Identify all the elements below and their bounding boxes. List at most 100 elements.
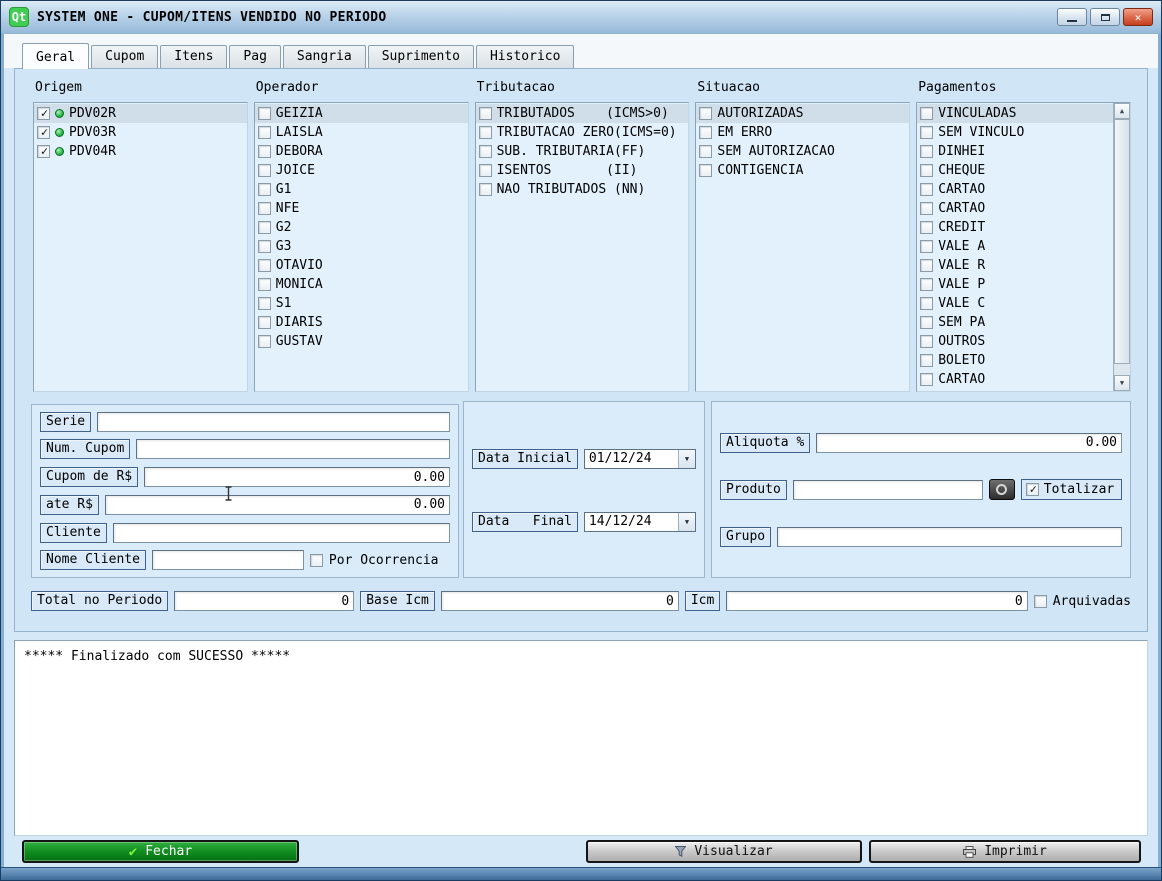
- list-item-origem[interactable]: PDV02R: [34, 104, 247, 123]
- tab-historico[interactable]: Historico: [476, 45, 574, 68]
- checkbox[interactable]: [920, 183, 933, 196]
- list-item-operador[interactable]: GUSTAV: [255, 332, 468, 351]
- checkbox[interactable]: [920, 221, 933, 234]
- produto-input[interactable]: [793, 480, 983, 500]
- checkbox[interactable]: [699, 164, 712, 177]
- list-item-situacao[interactable]: EM ERRO: [696, 123, 909, 142]
- nome-cliente-input[interactable]: [152, 550, 304, 570]
- base-icm-input[interactable]: [441, 591, 679, 611]
- checkbox[interactable]: [920, 259, 933, 272]
- checkbox[interactable]: [258, 202, 271, 215]
- list-item-tributacao[interactable]: SUB. TRIBUTARIA(FF): [476, 142, 689, 161]
- list-item-origem[interactable]: PDV04R: [34, 142, 247, 161]
- checkbox[interactable]: [920, 126, 933, 139]
- checkbox[interactable]: [920, 335, 933, 348]
- filter-list-tributacao[interactable]: TRIBUTADOS (ICMS>0)TRIBUTACAO ZERO(ICMS=…: [475, 102, 690, 392]
- list-item-pagamentos[interactable]: VALE A: [917, 237, 1113, 256]
- tab-pag[interactable]: Pag: [229, 45, 280, 68]
- checkbox[interactable]: [920, 278, 933, 291]
- filter-list-situacao[interactable]: AUTORIZADASEM ERROSEM AUTORIZACAOCONTIGE…: [695, 102, 910, 392]
- aliquota-input[interactable]: [816, 433, 1122, 453]
- checkbox[interactable]: [479, 145, 492, 158]
- list-item-tributacao[interactable]: TRIBUTACAO ZERO(ICMS=0): [476, 123, 689, 142]
- list-item-operador[interactable]: OTAVIO: [255, 256, 468, 275]
- checkbox[interactable]: [258, 316, 271, 329]
- num-cupom-input[interactable]: [136, 439, 450, 459]
- chevron-down-icon[interactable]: ▼: [678, 513, 695, 531]
- titlebar[interactable]: Qt SYSTEM ONE - CUPOM/ITENS VENDIDO NO P…: [1, 1, 1161, 34]
- checkbox[interactable]: [699, 126, 712, 139]
- checkbox[interactable]: [479, 183, 492, 196]
- list-item-pagamentos[interactable]: CREDIT: [917, 218, 1113, 237]
- totalizar-checkbox[interactable]: [1026, 483, 1039, 496]
- ate-rs-input[interactable]: [105, 495, 450, 515]
- checkbox[interactable]: [37, 107, 50, 120]
- total-no-periodo-input[interactable]: [174, 591, 354, 611]
- tab-sangria[interactable]: Sangria: [283, 45, 366, 68]
- checkbox[interactable]: [258, 278, 271, 291]
- data-final-combobox[interactable]: 14/12/24 ▼: [584, 512, 696, 532]
- list-item-origem[interactable]: PDV03R: [34, 123, 247, 142]
- checkbox[interactable]: [37, 145, 50, 158]
- tab-suprimento[interactable]: Suprimento: [368, 45, 474, 68]
- arquivadas-checkbox[interactable]: [1034, 595, 1047, 608]
- checkbox[interactable]: [920, 316, 933, 329]
- list-item-pagamentos[interactable]: CHEQUE: [917, 161, 1113, 180]
- tab-itens[interactable]: Itens: [160, 45, 227, 68]
- list-item-pagamentos[interactable]: VALE R: [917, 256, 1113, 275]
- list-item-operador[interactable]: G2: [255, 218, 468, 237]
- data-inicial-combobox[interactable]: 01/12/24 ▼: [584, 449, 696, 469]
- checkbox[interactable]: [920, 107, 933, 120]
- tab-cupom[interactable]: Cupom: [91, 45, 158, 68]
- checkbox[interactable]: [258, 240, 271, 253]
- checkbox[interactable]: [258, 335, 271, 348]
- serie-input[interactable]: [97, 412, 450, 432]
- icm-input[interactable]: [726, 591, 1027, 611]
- checkbox[interactable]: [920, 297, 933, 310]
- checkbox[interactable]: [37, 126, 50, 139]
- list-item-operador[interactable]: GEIZIA: [255, 104, 468, 123]
- imprimir-button[interactable]: Imprimir: [869, 840, 1141, 863]
- checkbox[interactable]: [920, 145, 933, 158]
- checkbox[interactable]: [920, 240, 933, 253]
- list-item-tributacao[interactable]: NAO TRIBUTADOS (NN): [476, 180, 689, 199]
- checkbox[interactable]: [920, 373, 933, 386]
- visualizar-button[interactable]: Visualizar: [586, 840, 862, 863]
- por-ocorrencia-checkbox[interactable]: [310, 554, 323, 567]
- checkbox[interactable]: [258, 183, 271, 196]
- fechar-button[interactable]: ✔ Fechar: [22, 840, 299, 863]
- list-item-pagamentos[interactable]: SEM VINCULO: [917, 123, 1113, 142]
- list-item-tributacao[interactable]: TRIBUTADOS (ICMS>0): [476, 104, 689, 123]
- list-item-tributacao[interactable]: ISENTOS (II): [476, 161, 689, 180]
- scrollbar-thumb[interactable]: [1114, 119, 1130, 364]
- list-item-pagamentos[interactable]: DINHEI: [917, 142, 1113, 161]
- checkbox[interactable]: [699, 107, 712, 120]
- checkbox[interactable]: [479, 126, 492, 139]
- filter-list-operador[interactable]: GEIZIALAISLADEBORAJOICEG1NFEG2G3OTAVIOMO…: [254, 102, 469, 392]
- list-item-pagamentos[interactable]: SEM PA: [917, 313, 1113, 332]
- scrollbar[interactable]: ▲▼: [1113, 103, 1130, 391]
- checkbox[interactable]: [479, 164, 492, 177]
- checkbox[interactable]: [258, 107, 271, 120]
- list-item-pagamentos[interactable]: VALE C: [917, 294, 1113, 313]
- filter-list-pagamentos[interactable]: VINCULADASSEM VINCULODINHEICHEQUECARTAOC…: [916, 102, 1131, 392]
- checkbox[interactable]: [258, 164, 271, 177]
- list-item-operador[interactable]: JOICE: [255, 161, 468, 180]
- list-item-situacao[interactable]: SEM AUTORIZACAO: [696, 142, 909, 161]
- list-item-situacao[interactable]: AUTORIZADAS: [696, 104, 909, 123]
- list-item-pagamentos[interactable]: CARTAO: [917, 199, 1113, 218]
- list-item-operador[interactable]: NFE: [255, 199, 468, 218]
- log-output[interactable]: ***** Finalizado com SUCESSO *****: [14, 640, 1148, 836]
- checkbox[interactable]: [920, 202, 933, 215]
- checkbox[interactable]: [258, 126, 271, 139]
- checkbox[interactable]: [258, 145, 271, 158]
- grupo-input[interactable]: [777, 527, 1122, 547]
- list-item-operador[interactable]: G1: [255, 180, 468, 199]
- close-button[interactable]: ✕: [1123, 8, 1153, 26]
- scroll-up-button[interactable]: ▲: [1114, 103, 1130, 119]
- list-item-pagamentos[interactable]: VALE P: [917, 275, 1113, 294]
- scroll-down-button[interactable]: ▼: [1114, 375, 1130, 391]
- cliente-input[interactable]: [113, 523, 450, 543]
- list-item-operador[interactable]: G3: [255, 237, 468, 256]
- list-item-operador[interactable]: LAISLA: [255, 123, 468, 142]
